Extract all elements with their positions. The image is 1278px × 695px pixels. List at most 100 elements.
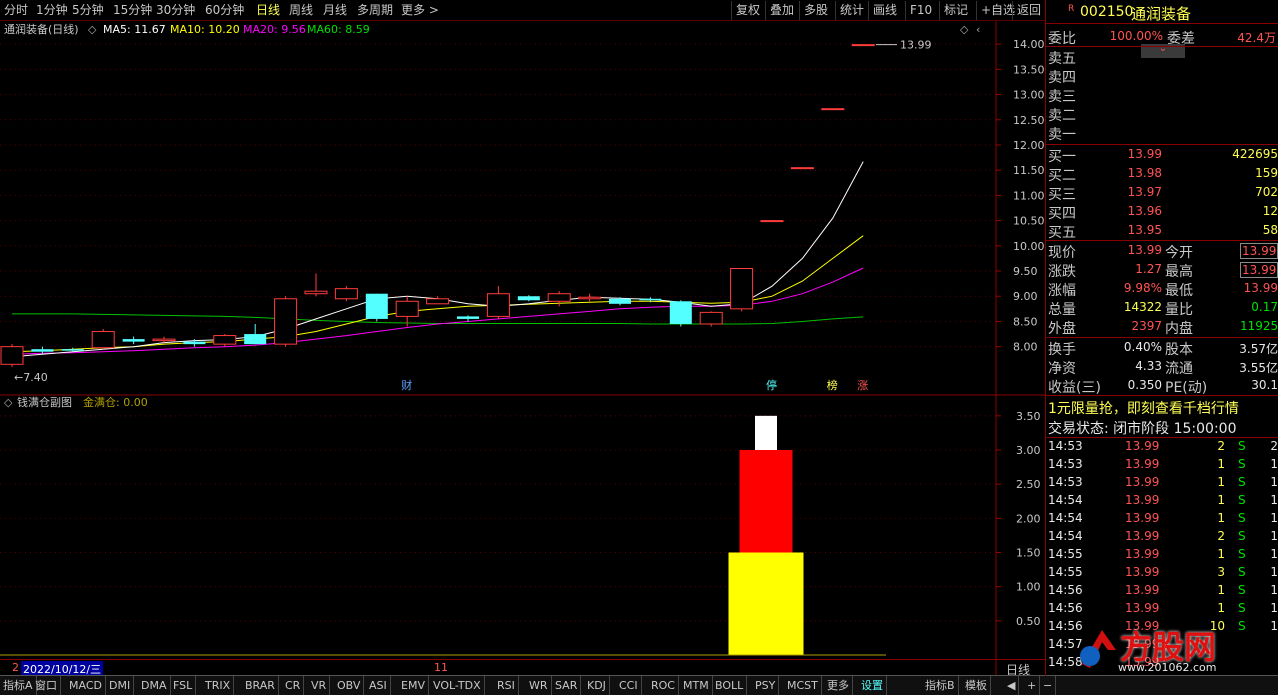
candle-up <box>395 300 419 317</box>
indicator-tab-9[interactable]: VR <box>308 676 331 695</box>
indicator-tab-14[interactable]: RSI <box>494 676 519 695</box>
fund-value: 4.33 <box>1135 359 1162 373</box>
tick-side: S <box>1238 583 1246 597</box>
sub-menu-icon[interactable]: ◇ <box>4 395 12 411</box>
stat-value: 13.99 <box>1127 243 1162 257</box>
stock-code: 002150 <box>1080 4 1134 20</box>
promo-link[interactable]: 1元限量抢，即刻查看千档行情 <box>1048 398 1239 418</box>
indicator-tab-17[interactable]: KDJ <box>584 676 610 695</box>
indicator-tab-1[interactable]: 窗口 <box>32 676 61 695</box>
indicator-tab-10[interactable]: OBV <box>334 676 365 695</box>
tick-price: 13.99 <box>1125 583 1160 597</box>
period-toolbar: 分时 1分钟 5分钟 15分钟 30分钟 60分钟 日线 周线 月线 多周期 更多 > 复权 叠加 多股统… <box>0 0 1045 21</box>
fund-value: 0.40% <box>1123 340 1162 354</box>
zoom-out-icon[interactable]: − <box>1040 676 1057 695</box>
indicator-tab-15[interactable]: WR <box>526 676 552 695</box>
period-tab-6[interactable]: 日线 <box>256 0 280 21</box>
indicator-tab-6[interactable]: TRIX <box>202 676 235 695</box>
weibi-value: 100.00% <box>1109 29 1163 43</box>
tick-count: 1 <box>1270 511 1278 525</box>
period-tab-5[interactable]: 60分钟 <box>205 0 244 21</box>
tick-side: S <box>1238 529 1246 543</box>
y-tick-label: 8.00 <box>1013 341 1038 354</box>
indicator-tab-19[interactable]: ROC <box>648 676 679 695</box>
buy-level-price: 13.97 <box>1127 185 1162 199</box>
indicator-tab-24[interactable]: 更多 <box>824 676 853 695</box>
indicator-tab-3[interactable]: DMI <box>106 676 135 695</box>
indicator-tab-23[interactable]: MCST <box>784 676 822 695</box>
sell-level-0: 卖五 <box>1048 51 1076 67</box>
buy-level-price: 13.96 <box>1127 204 1162 218</box>
event-marker: 榜 <box>827 378 838 392</box>
candle-down <box>183 341 206 345</box>
period-tab-4[interactable]: 30分钟 <box>156 0 195 21</box>
indicator-tab-2[interactable]: MACD <box>66 676 106 695</box>
y-tick-label: 8.50 <box>1013 315 1038 328</box>
candle-down <box>31 349 54 352</box>
period-tab-7[interactable]: 周线 <box>289 0 313 21</box>
period-tab-2[interactable]: 5分钟 <box>72 0 104 21</box>
indicator-b-tab[interactable]: 指标B <box>922 676 959 695</box>
indicator-tab-18[interactable]: CCI <box>616 676 642 695</box>
toolbar-button-6[interactable]: 标记 <box>939 1 972 20</box>
template-tab[interactable]: 模板 <box>962 676 991 695</box>
sell-level-4: 卖一 <box>1048 127 1076 143</box>
chart-canvas: 14.00 13.50 13.00 12.50 12.00 11.50 11.00 10.50… <box>0 21 1045 676</box>
watermark-url: www.201062.com <box>1118 661 1217 674</box>
sub-y-tick-label: 0.50 <box>1016 615 1041 628</box>
watermark-arrow-icon <box>1080 630 1116 668</box>
scroll-left-icon[interactable]: ◀ <box>1004 676 1020 695</box>
indicator-tab-5[interactable]: FSL <box>170 676 197 695</box>
sub-y-tick-label: 2.50 <box>1016 478 1041 491</box>
stat-value-2: 0.17 <box>1251 300 1278 314</box>
tick-time: 14:55 <box>1048 565 1083 579</box>
y-tick-label: 12.00 <box>1013 139 1045 152</box>
period-tab-3[interactable]: 15分钟 <box>113 0 152 21</box>
tick-volume: 3 <box>1217 565 1225 579</box>
indicator-tab-13[interactable]: VOL-TDX <box>430 676 485 695</box>
tick-volume: 2 <box>1217 439 1225 453</box>
tick-count: 1 <box>1270 547 1278 561</box>
period-tab-1[interactable]: 1分钟 <box>36 0 68 21</box>
fund-label: 换手 <box>1048 342 1076 358</box>
candle-down <box>669 301 692 324</box>
stat-value: 14322 <box>1123 300 1162 314</box>
indicator-tab-7[interactable]: BRAR <box>242 676 279 695</box>
toolbar-button-3[interactable]: 统计 <box>835 1 868 20</box>
indicator-tab-16[interactable]: SAR <box>552 676 582 695</box>
indicator-tab-8[interactable]: CR <box>282 676 305 695</box>
toolbar-button-8[interactable]: 返回 <box>1012 1 1045 20</box>
indicator-tab-22[interactable]: PSY <box>752 676 780 695</box>
tick-count: 1 <box>1270 457 1278 471</box>
indicator-tab-25[interactable]: 设置 <box>858 676 887 695</box>
period-tab-8[interactable]: 月线 <box>323 0 347 21</box>
buy-level-volume: 159 <box>1255 166 1278 180</box>
period-tab-10[interactable]: 更多 > <box>401 0 439 21</box>
indicator-tab-11[interactable]: ASI <box>366 676 391 695</box>
toolbar-button-1[interactable]: 叠加 <box>765 1 798 20</box>
period-tab-9[interactable]: 多周期 <box>357 0 393 21</box>
tick-time: 14:53 <box>1048 439 1083 453</box>
indicator-tab-12[interactable]: EMV <box>398 676 429 695</box>
indicator-tab-21[interactable]: BOLL <box>712 676 748 695</box>
period-tab-0[interactable]: 分时 <box>4 0 28 21</box>
event-marker: 涨 <box>857 379 868 392</box>
weibi-label: 委比 <box>1048 31 1076 47</box>
toolbar-button-0[interactable]: 复权 <box>731 1 764 20</box>
tick-count: 2 <box>1270 439 1278 453</box>
candle-down <box>609 298 631 304</box>
fund-value-2: 3.57亿 <box>1239 342 1278 356</box>
toolbar-button-2[interactable]: 多股 <box>799 1 832 20</box>
indicator-tab-4[interactable]: DMA <box>138 676 171 695</box>
zoom-in-icon[interactable]: + <box>1024 676 1041 695</box>
event-marker: 停 <box>766 378 777 392</box>
stat-label-2: 量比 <box>1165 302 1193 318</box>
toolbar-button-4[interactable]: 画线 <box>868 1 901 20</box>
y-tick-label: 10.00 <box>1013 240 1045 253</box>
indicator-tab-20[interactable]: MTM <box>680 676 713 695</box>
toolbar-button-5[interactable]: F10 <box>905 1 936 20</box>
tick-time: 14:54 <box>1048 511 1083 525</box>
sub-chart-legend: 金满仓: 0.00 <box>83 396 148 409</box>
tick-side: S <box>1238 493 1246 507</box>
tick-price: 13.99 <box>1125 439 1160 453</box>
